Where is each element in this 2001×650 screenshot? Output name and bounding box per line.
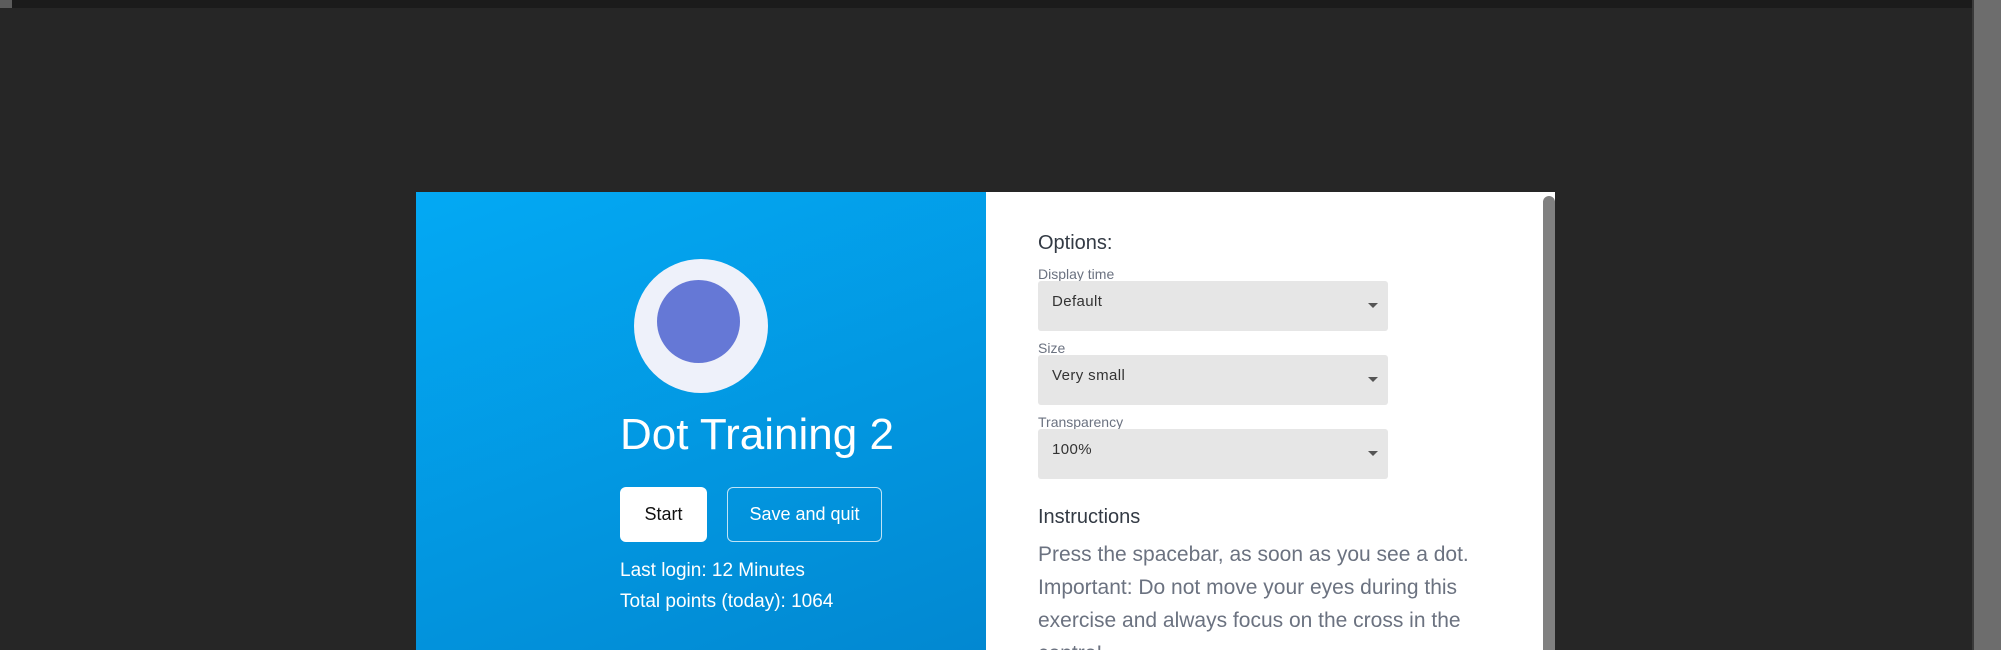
caret-down-icon	[1368, 303, 1378, 308]
options-heading: Options:	[1038, 232, 1113, 254]
caret-down-icon	[1368, 451, 1378, 456]
page-scrollbar-thumb[interactable]	[1974, 0, 2001, 650]
instructions-text: Press the spacebar, as soon as you see a…	[1038, 543, 1469, 650]
window-corner-handle	[0, 0, 12, 8]
transparency-value: 100%	[1052, 441, 1092, 458]
last-login-text: Last login: 12 Minutes	[620, 560, 805, 581]
page-title: Dot Training 2	[620, 410, 894, 459]
total-points-text: Total points (today): 1064	[620, 591, 834, 612]
size-label: Size	[1038, 340, 1066, 356]
modal-scrollbar-thumb[interactable]	[1543, 196, 1555, 650]
transparency-select[interactable]: 100%	[1038, 429, 1388, 479]
window-top-bar	[0, 0, 1972, 8]
size-select[interactable]: Very small	[1038, 355, 1388, 405]
display-time-label: Display time	[1038, 266, 1115, 282]
display-time-value: Default	[1052, 293, 1103, 310]
instructions-heading: Instructions	[1038, 506, 1141, 528]
caret-down-icon	[1368, 377, 1378, 382]
training-modal: Dot Training 2 Start Save and quit Last …	[416, 192, 1555, 650]
save-and-quit-button[interactable]: Save and quit	[727, 487, 882, 542]
options-panel: Options: Display time Default Size Very …	[986, 192, 1555, 650]
display-time-select[interactable]: Default	[1038, 281, 1388, 331]
transparency-label: Transparency	[1038, 414, 1124, 430]
size-value: Very small	[1052, 367, 1126, 384]
start-button[interactable]: Start	[620, 487, 707, 542]
dot-target-icon	[657, 280, 740, 363]
training-info-panel: Dot Training 2 Start Save and quit Last …	[416, 192, 986, 650]
